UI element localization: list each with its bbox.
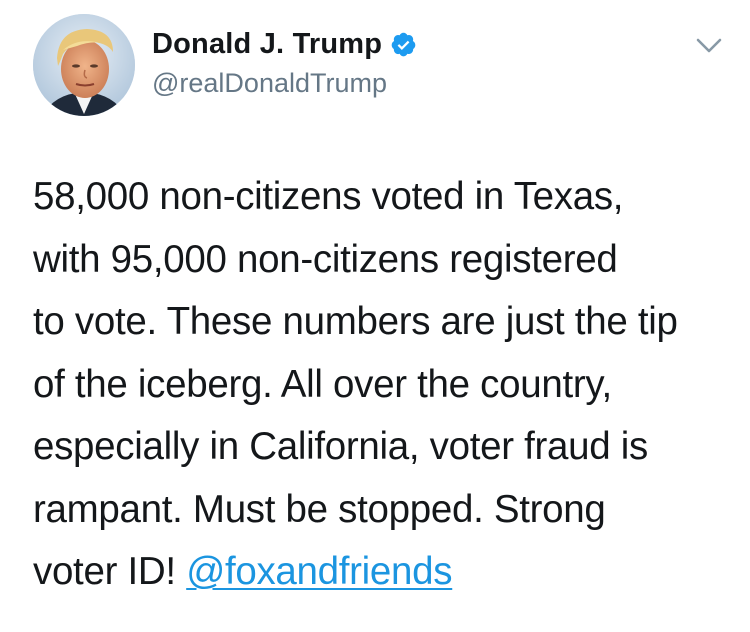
display-name[interactable]: Donald J. Trump [152, 28, 382, 61]
tweet-line: of the iceberg. All over the country, [33, 362, 612, 406]
verified-badge-icon [391, 32, 416, 57]
author-handle[interactable]: @realDonaldTrump [152, 68, 387, 99]
tweet-text: 58,000 non-citizens voted in Texas, with… [33, 166, 723, 604]
chevron-down-icon[interactable] [694, 34, 724, 56]
profile-photo [33, 14, 135, 116]
tweet-line-last: voter ID! @foxandfriends [33, 541, 723, 604]
tweet-line: rampant. Must be stopped. Strong [33, 487, 606, 531]
author-name-row: Donald J. Trump [152, 28, 417, 61]
tweet-line: especially in California, voter fraud is [33, 425, 648, 468]
tweet-line: 58,000 non-citizens voted in Texas, [33, 175, 624, 218]
tweet-card: Donald J. Trump @realDonaldTrump 58,000 … [0, 0, 750, 632]
tweet-line: with 95,000 non-citizens registered [33, 237, 618, 281]
tweet-line-text: voter ID! [33, 550, 187, 593]
mention-link[interactable]: @foxandfriends [186, 550, 452, 593]
avatar[interactable] [33, 14, 135, 116]
tweet-line: to vote. These numbers are just the tip [33, 300, 678, 343]
